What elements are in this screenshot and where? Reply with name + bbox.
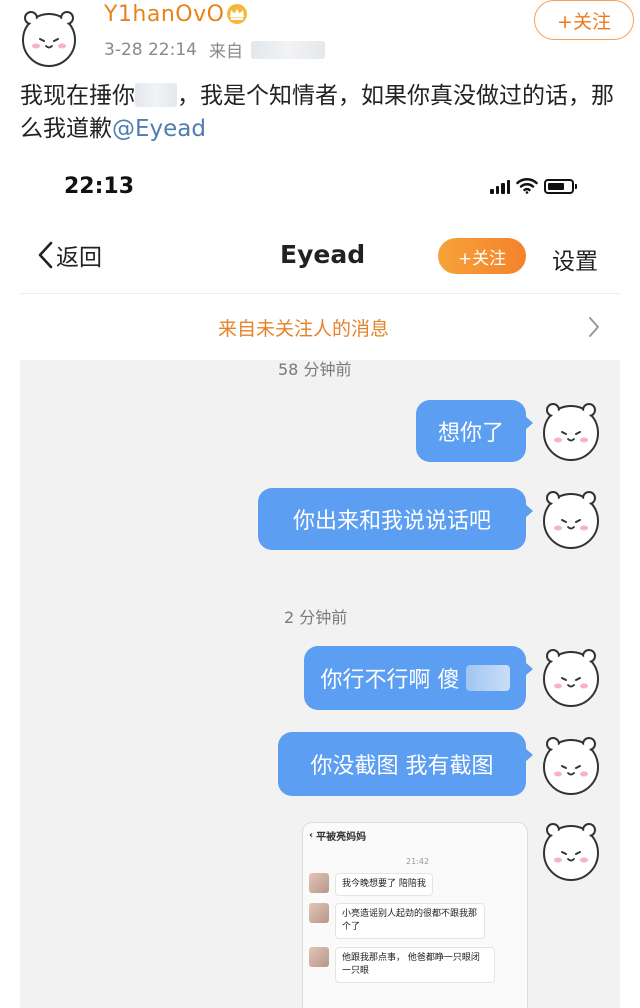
crown-badge-icon bbox=[227, 4, 247, 24]
post-text: 我现在捶你 ，我是个知情者，如果你真没做过的话，那么我道歉@Eyead bbox=[20, 80, 620, 146]
stranger-message-bar[interactable]: 来自未关注人的消息 bbox=[20, 302, 620, 356]
post-source-prefix: 来自 bbox=[208, 42, 243, 62]
image-message[interactable]: ‹ 平被亮妈妈 21:42 我今晚想要了 陪陪我 小亮造谣别人起劲的很都不跟我那… bbox=[302, 822, 528, 1008]
bear-avatar-icon[interactable] bbox=[538, 644, 604, 710]
attached-screenshot[interactable]: 22:13 返回 Eyead +关注 设置 来自未关注人的消息 58 分钟前 想… bbox=[20, 150, 620, 1008]
image-chat-bubble: 小亮造谣别人起劲的很都不跟我那个了 bbox=[335, 903, 485, 939]
image-avatar bbox=[309, 903, 329, 923]
bear-avatar-icon bbox=[22, 11, 76, 67]
chat-follow-button[interactable]: +关注 bbox=[438, 238, 526, 274]
chat-area[interactable]: 58 分钟前 想你了 你出来和我说说话吧 2 分钟前 你行不行啊 傻 你没截图 … bbox=[20, 360, 620, 1008]
chevron-left-icon: ‹ bbox=[309, 830, 314, 841]
post-avatar[interactable] bbox=[18, 6, 80, 68]
bear-avatar-icon[interactable] bbox=[538, 398, 604, 464]
mention-link[interactable]: @Eyead bbox=[112, 116, 206, 142]
bear-avatar-icon[interactable] bbox=[538, 818, 604, 884]
back-button[interactable]: 返回 bbox=[36, 238, 102, 272]
image-chat-row: 小亮造谣别人起劲的很都不跟我那个了 bbox=[309, 903, 485, 939]
post-meta: 3-28 22:14 来自 bbox=[104, 37, 325, 62]
message-redaction-blur bbox=[465, 665, 510, 691]
chat-timestamp: 2 分钟前 bbox=[284, 608, 348, 627]
stranger-message-label: 来自未关注人的消息 bbox=[218, 318, 390, 340]
chevron-left-icon bbox=[38, 241, 53, 269]
bear-avatar-icon[interactable] bbox=[538, 486, 604, 552]
chat-bubble[interactable]: 你行不行啊 傻 bbox=[304, 646, 533, 710]
image-header-name: 平被亮妈妈 bbox=[316, 832, 367, 843]
image-chat-bubble: 我今晚想要了 陪陪我 bbox=[335, 873, 433, 896]
post-text-part-1: 我现在捶你 bbox=[20, 83, 135, 109]
post-username[interactable]: Y1hanOvO bbox=[104, 2, 224, 27]
name-redaction-blur bbox=[135, 83, 177, 107]
post-timestamp: 3-28 22:14 bbox=[104, 39, 197, 60]
image-header: ‹ 平被亮妈妈 bbox=[309, 828, 366, 843]
image-avatar bbox=[309, 947, 329, 967]
settings-button[interactable]: 设置 bbox=[552, 242, 598, 276]
chat-bubble[interactable]: 想你了 bbox=[416, 400, 533, 462]
image-chat-row: 我今晚想要了 陪陪我 bbox=[309, 873, 433, 896]
chat-bubble[interactable]: 你出来和我说说话吧 bbox=[258, 488, 533, 550]
image-chat-bubble: 他跟我那点事， 他爸都睁一只眼闭一只眼 bbox=[335, 947, 495, 983]
wifi-icon bbox=[516, 178, 538, 194]
source-redaction-blur bbox=[250, 40, 325, 59]
bear-avatar-icon[interactable] bbox=[538, 732, 604, 798]
chat-title: Eyead bbox=[280, 240, 366, 269]
follow-button[interactable]: +关注 bbox=[534, 0, 634, 40]
chat-bubble-text: 你行不行啊 傻 bbox=[320, 668, 460, 693]
image-chat-row: 他跟我那点事， 他爸都睁一只眼闭一只眼 bbox=[309, 947, 495, 983]
image-avatar bbox=[309, 873, 329, 893]
status-bar-time: 22:13 bbox=[64, 174, 135, 199]
chat-timestamp: 58 分钟前 bbox=[278, 360, 352, 379]
image-timestamp: 21:42 bbox=[406, 857, 430, 866]
signal-icon bbox=[490, 180, 510, 194]
back-label: 返回 bbox=[56, 245, 102, 271]
chevron-right-icon bbox=[589, 317, 599, 337]
battery-icon bbox=[544, 179, 577, 194]
nav-divider bbox=[20, 293, 620, 294]
status-bar-icons bbox=[490, 177, 577, 194]
chat-bubble[interactable]: 你没截图 我有截图 bbox=[278, 732, 533, 796]
